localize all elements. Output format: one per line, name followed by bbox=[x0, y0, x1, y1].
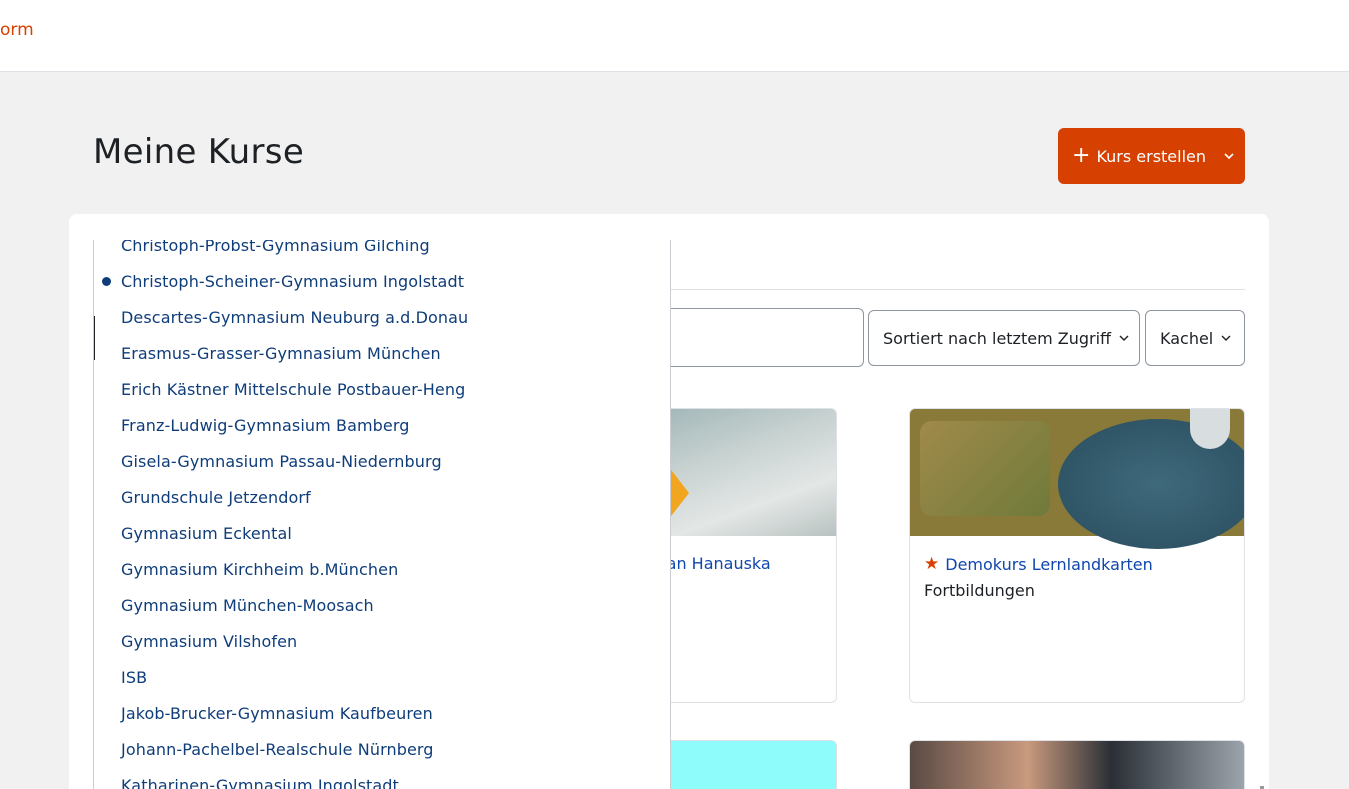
dropdown-item[interactable]: Erich Kästner Mittelschule Postbauer-Hen… bbox=[121, 380, 465, 399]
dropdown-item[interactable]: Gymnasium Kirchheim b.München bbox=[121, 560, 398, 579]
chevron-down-icon bbox=[1119, 335, 1129, 341]
dropdown-item[interactable]: Jakob-Brucker-Gymnasium Kaufbeuren bbox=[121, 704, 433, 723]
plus-icon: + bbox=[1072, 143, 1091, 168]
selected-bullet-icon bbox=[102, 277, 111, 286]
course-category: Fortbildungen bbox=[924, 581, 1035, 600]
dropdown-focus-edge bbox=[94, 316, 95, 360]
course-title-link[interactable]: fan Hanauska bbox=[661, 554, 771, 573]
course-title-link[interactable]: Demokurs Lernlandkarten bbox=[945, 555, 1153, 574]
dropdown-item-selected[interactable]: Christoph-Scheiner-Gymnasium Ingolstadt bbox=[121, 272, 464, 291]
course-image[interactable] bbox=[910, 741, 1244, 789]
course-image[interactable] bbox=[910, 409, 1244, 549]
create-course-button[interactable]: + Kurs erstellen bbox=[1058, 128, 1245, 184]
star-icon: ★ bbox=[924, 554, 940, 574]
view-select[interactable]: Kachel bbox=[1145, 310, 1245, 366]
course-card[interactable] bbox=[909, 740, 1245, 789]
dropdown-item[interactable]: Grundschule Jetzendorf bbox=[121, 488, 311, 507]
dropdown-item[interactable]: ISB bbox=[121, 668, 147, 687]
dropdown-item[interactable]: Franz-Ludwig-Gymnasium Bamberg bbox=[121, 416, 410, 435]
brand-link[interactable]: orm bbox=[0, 20, 34, 40]
tabs-divider bbox=[670, 289, 1245, 290]
chevron-down-icon bbox=[1221, 335, 1231, 341]
map-field-graphic bbox=[920, 421, 1050, 516]
dropdown-item[interactable]: Gymnasium Eckental bbox=[121, 524, 292, 543]
create-course-main[interactable]: + Kurs erstellen bbox=[1058, 128, 1213, 184]
course-card[interactable]: ★ Demokurs Lernlandkarten Fortbildungen bbox=[909, 408, 1245, 703]
view-select-label: Kachel bbox=[1160, 328, 1214, 348]
dropdown-item[interactable]: Gisela-Gymnasium Passau-Niedernburg bbox=[121, 452, 442, 471]
sort-select[interactable]: Sortiert nach letztem Zugriff bbox=[868, 310, 1140, 366]
sort-select-label: Sortiert nach letztem Zugriff bbox=[883, 328, 1112, 348]
dropdown-item[interactable]: Descartes-Gymnasium Neuburg a.d.Donau bbox=[121, 308, 468, 327]
dropdown-item[interactable]: Gymnasium Vilshofen bbox=[121, 632, 297, 651]
create-course-label: Kurs erstellen bbox=[1096, 146, 1207, 166]
search-input[interactable] bbox=[640, 308, 864, 367]
school-dropdown-list[interactable]: Christoph-Probst-Gymnasium Gilching Chri… bbox=[93, 240, 671, 789]
create-course-dropdown-toggle[interactable] bbox=[1213, 128, 1245, 184]
dropdown-item[interactable]: Johann-Pachelbel-Realschule Nürnberg bbox=[121, 740, 434, 759]
dropdown-item[interactable]: Erasmus-Grasser-Gymnasium München bbox=[121, 344, 441, 363]
dropdown-item[interactable]: Christoph-Probst-Gymnasium Gilching bbox=[121, 240, 430, 255]
dropdown-item[interactable]: Katharinen-Gymnasium Ingolstadt bbox=[121, 776, 399, 789]
map-waterfall-graphic bbox=[1190, 409, 1230, 449]
page-title: Meine Kurse bbox=[93, 132, 305, 172]
chevron-down-icon bbox=[1224, 153, 1234, 160]
dropdown-item[interactable]: Gymnasium München-Moosach bbox=[121, 596, 374, 615]
top-navbar: orm bbox=[0, 0, 1349, 72]
